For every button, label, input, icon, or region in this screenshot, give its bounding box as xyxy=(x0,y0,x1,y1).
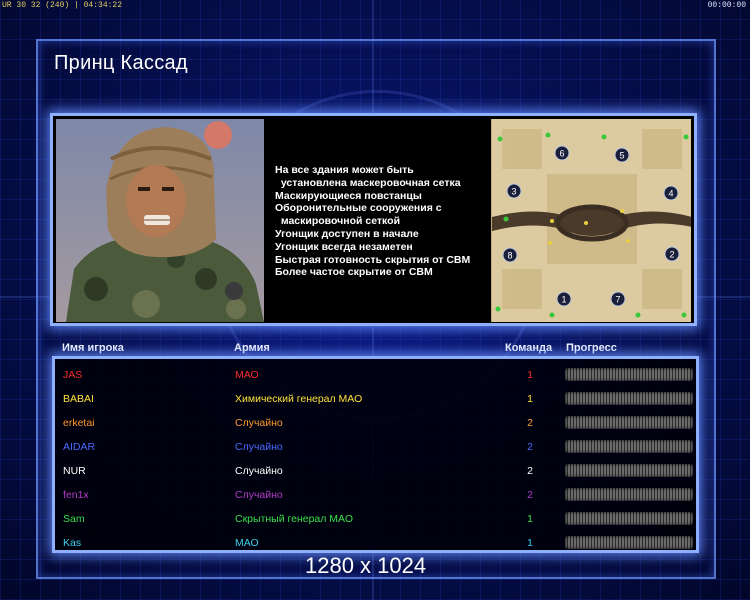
player-name: Kas xyxy=(63,537,82,549)
player-army: МАО xyxy=(235,369,259,381)
feature-item: маскировочной сеткой xyxy=(275,215,401,228)
start-position-1: 1 xyxy=(556,291,572,307)
player-army: Скрытный генерал МАО xyxy=(235,513,353,525)
player-army: МАО xyxy=(235,537,259,549)
svg-text:5: 5 xyxy=(619,151,624,161)
feature-item: На все здания может быть xyxy=(275,164,414,176)
svg-text:8: 8 xyxy=(507,251,512,261)
player-army: Случайно xyxy=(235,465,283,477)
player-team: 1 xyxy=(527,369,533,381)
player-name: fen1x xyxy=(63,489,89,501)
player-row: AIDAR Случайно 2 xyxy=(55,435,696,459)
feature-item: Угонщик всегда незаметен xyxy=(275,240,413,253)
player-name: NUR xyxy=(63,465,86,477)
column-header-player-name: Имя игрока xyxy=(62,342,124,354)
player-name: BABAI xyxy=(63,393,94,405)
hud-stats: UR 30 32 (240) | 04:34:22 xyxy=(2,1,123,10)
start-position-2: 2 xyxy=(664,246,680,262)
player-army: Случайно xyxy=(235,489,283,501)
loading-progress-bar xyxy=(565,488,693,501)
player-name: Sam xyxy=(63,513,85,525)
feature-item: установлена маскеровочная сетка xyxy=(275,176,461,189)
column-header-army: Армия xyxy=(234,342,270,354)
loading-progress-bar xyxy=(565,392,693,405)
loading-progress-bar xyxy=(565,512,693,525)
player-team: 2 xyxy=(527,441,533,453)
player-row: fen1x Случайно 2 xyxy=(55,483,696,507)
loading-progress-bar xyxy=(565,368,693,381)
feature-item: Маскирующиеся повстанцы xyxy=(275,189,422,202)
column-header-team: Команда xyxy=(505,342,553,354)
start-position-4: 4 xyxy=(663,185,679,201)
page-title: Принц Кассад xyxy=(54,52,188,74)
portrait-image xyxy=(56,119,264,322)
start-position-6: 6 xyxy=(554,145,570,161)
player-team: 1 xyxy=(527,513,533,525)
hud-clock: 00:00:00 xyxy=(707,1,746,10)
general-briefing-panel: На все здания может быть установлена мас… xyxy=(50,113,697,326)
player-team: 2 xyxy=(527,489,533,501)
feature-item: Оборонительные сооружения с xyxy=(275,202,442,215)
player-team: 1 xyxy=(527,537,533,549)
feature-item: Более частое скрытие от СВМ xyxy=(275,266,433,279)
general-portrait xyxy=(56,119,264,322)
start-position-7: 7 xyxy=(610,291,626,307)
player-row: NUR Случайно 2 xyxy=(55,459,696,483)
player-name: AIDAR xyxy=(63,441,96,453)
player-row: JAS МАО 1 xyxy=(55,363,696,387)
players-table: JAS МАО 1 BABAI Химический генерал МАО 1… xyxy=(52,356,699,553)
map-preview-image: 1 2 3 4 5 6 7 8 xyxy=(492,119,691,322)
player-team: 2 xyxy=(527,465,533,477)
svg-text:6: 6 xyxy=(559,149,564,159)
player-name: erketai xyxy=(63,417,95,429)
general-features-list: На все здания может быть установлена мас… xyxy=(275,164,470,279)
loading-progress-bar xyxy=(565,536,693,549)
player-army: Случайно xyxy=(235,441,283,453)
player-team: 2 xyxy=(527,417,533,429)
start-position-3: 3 xyxy=(506,183,522,199)
svg-text:4: 4 xyxy=(668,189,673,199)
player-army: Случайно xyxy=(235,417,283,429)
start-position-5: 5 xyxy=(614,147,630,163)
player-row: Sam Скрытный генерал МАО 1 xyxy=(55,507,696,531)
loading-progress-bar xyxy=(565,440,693,453)
loading-progress-bar xyxy=(565,464,693,477)
start-position-8: 8 xyxy=(502,247,518,263)
column-header-progress: Прогресс xyxy=(566,342,617,354)
feature-item: Угонщик доступен в начале xyxy=(275,227,419,240)
map-preview: 1 2 3 4 5 6 7 8 xyxy=(491,119,691,322)
player-row: Kas МАО 1 xyxy=(55,531,696,555)
feature-item: Быстрая готовность скрытия от СВМ xyxy=(275,253,471,266)
loading-progress-bar xyxy=(565,416,693,429)
svg-text:2: 2 xyxy=(669,250,674,260)
player-name: JAS xyxy=(63,369,83,381)
svg-text:1: 1 xyxy=(561,295,566,305)
player-row: erketai Случайно 2 xyxy=(55,411,696,435)
svg-text:7: 7 xyxy=(615,295,620,305)
player-row: BABAI Химический генерал МАО 1 xyxy=(55,387,696,411)
status-bar: UR 30 32 (240) | 04:34:22 00:00:00 xyxy=(0,0,750,12)
player-team: 1 xyxy=(527,393,533,405)
resolution-caption: 1280 x 1024 xyxy=(305,553,427,578)
player-army: Химический генерал МАО xyxy=(235,393,363,405)
svg-text:3: 3 xyxy=(511,187,516,197)
